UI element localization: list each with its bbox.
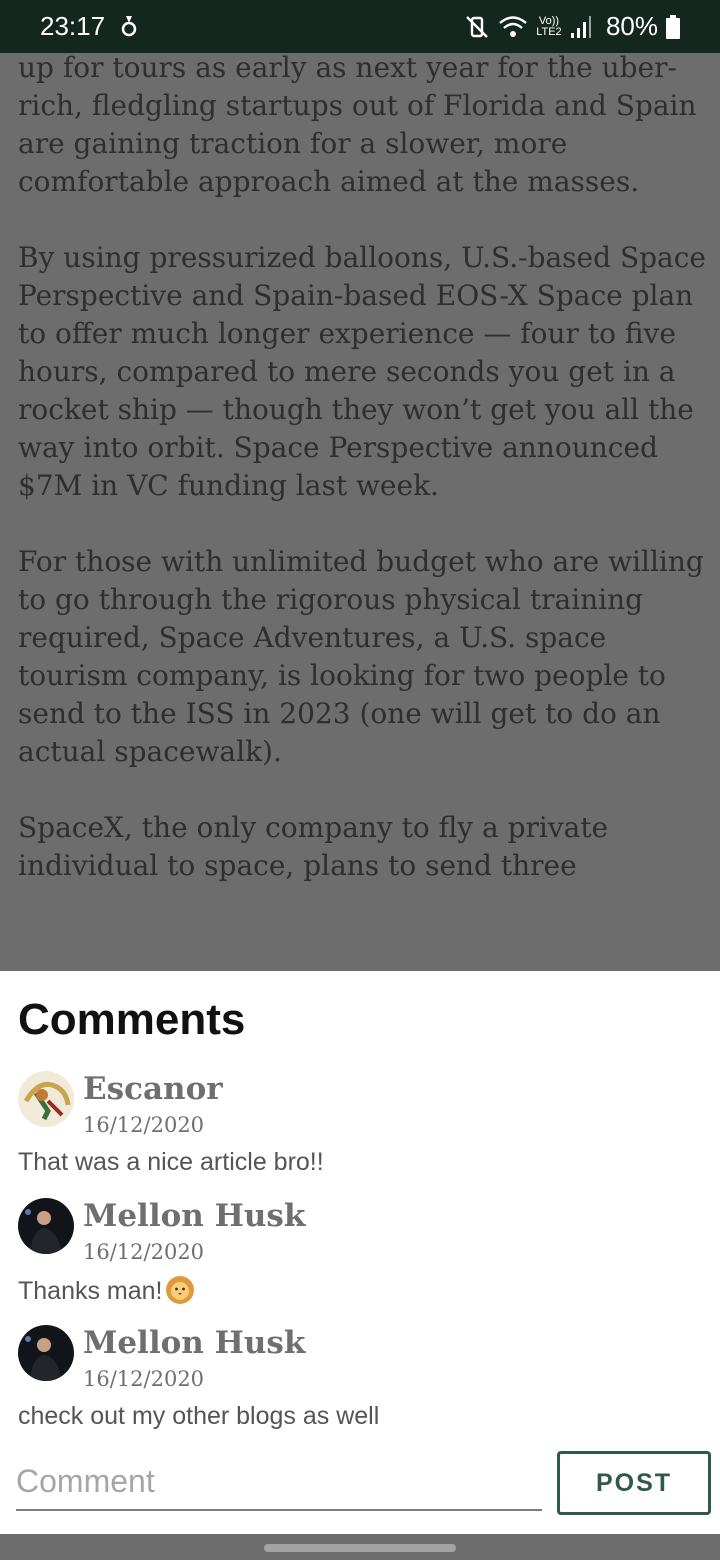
comment-text: That was a nice article bro!! xyxy=(18,1148,324,1176)
comment-text-row: Thanks man! xyxy=(18,1275,195,1306)
comment-input[interactable] xyxy=(16,1453,542,1511)
escanor-avatar-icon[interactable] xyxy=(18,1071,74,1127)
comment-date: 16/12/2020 xyxy=(83,1113,205,1137)
home-gesture-handle[interactable] xyxy=(264,1544,456,1552)
comments-sheet: Comments Escanor 16/12/2020 That was a n… xyxy=(0,971,720,1534)
comment-date: 16/12/2020 xyxy=(83,1367,205,1391)
comment-author: Escanor xyxy=(83,1071,223,1107)
speaker-avatar-icon[interactable] xyxy=(18,1325,74,1381)
article-paragraph: By using pressurized balloons, U.S.-base… xyxy=(18,241,706,502)
signal-icon xyxy=(570,15,591,38)
comment-item: Escanor 16/12/2020 That was a nice artic… xyxy=(18,1071,708,1186)
status-bar: 23:17 Vo)) LTE2 80% xyxy=(0,0,720,53)
article-paragraph: SpaceX, the only company to fly a privat… xyxy=(18,811,609,882)
network-label: Vo)) LTE2 xyxy=(536,14,562,38)
wifi-icon xyxy=(499,15,527,37)
notification-icon xyxy=(121,16,137,37)
article-body: up for tours as early as next year for t… xyxy=(18,53,708,971)
comment-text: Thanks man! xyxy=(18,1277,163,1305)
comments-title: Comments xyxy=(18,995,246,1044)
post-button[interactable]: POST xyxy=(557,1451,711,1515)
comment-author: Mellon Husk xyxy=(83,1325,306,1361)
speaker-avatar-icon[interactable] xyxy=(18,1198,74,1254)
comment-item: Mellon Husk 16/12/2020 Thanks man! xyxy=(18,1198,708,1313)
article-paragraph: up for tours as early as next year for t… xyxy=(18,53,697,198)
comment-item: Mellon Husk 16/12/2020 check out my othe… xyxy=(18,1325,708,1440)
battery-percent: 80% xyxy=(605,11,658,41)
comment-text: check out my other blogs as well xyxy=(18,1402,380,1430)
comment-author: Mellon Husk xyxy=(83,1198,306,1234)
lion-face-icon xyxy=(165,1276,194,1304)
mute-vibrate-icon xyxy=(466,15,488,38)
comment-date: 16/12/2020 xyxy=(83,1240,205,1264)
battery-icon xyxy=(666,14,680,39)
article-paragraph: For those with unlimited budget who are … xyxy=(18,545,704,768)
status-time: 23:17 xyxy=(40,11,106,41)
status-icons: Vo)) LTE2 80% xyxy=(464,11,680,42)
